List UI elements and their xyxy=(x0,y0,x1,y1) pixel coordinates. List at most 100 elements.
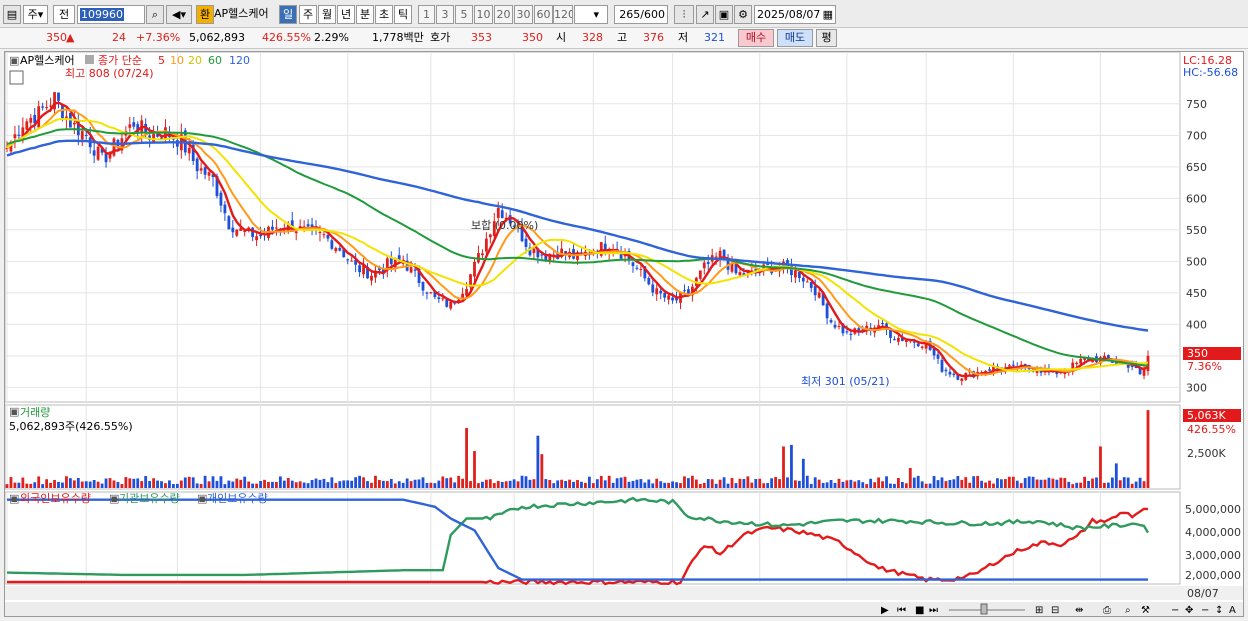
tab-week[interactable]: 주 xyxy=(299,5,317,24)
chart-area[interactable]: 3003504004505005506006507007502024/07080… xyxy=(4,51,1244,617)
count-display[interactable]: 265/600 xyxy=(614,5,668,24)
low-label: 저 xyxy=(678,31,689,44)
volume-bar xyxy=(809,483,813,488)
tab-tick[interactable]: 틱 xyxy=(394,5,412,24)
buy-button[interactable]: 매수 xyxy=(738,29,774,47)
zoom-in-icon[interactable]: − xyxy=(1201,605,1209,616)
interval-3[interactable]: 3 xyxy=(436,5,454,24)
volume-bar xyxy=(1023,478,1027,488)
interval-30[interactable]: 30 xyxy=(514,5,533,24)
volume-bar xyxy=(643,482,647,488)
tools-icon[interactable]: ⚒ xyxy=(1141,605,1150,616)
save-icon[interactable]: ▣ xyxy=(715,5,733,24)
panel-toggle-icon[interactable] xyxy=(9,70,24,85)
interval-120[interactable]: 120 xyxy=(553,5,573,24)
zoom-out-icon[interactable]: − xyxy=(1171,605,1179,616)
speaker-icon[interactable]: ◀▾ xyxy=(166,5,192,24)
volume-bar xyxy=(488,479,492,488)
volume-bar xyxy=(322,478,326,488)
volume-bar xyxy=(183,477,187,488)
zoom-slider-handle[interactable] xyxy=(980,603,988,615)
candle-body xyxy=(484,238,488,252)
layout-grid-icon[interactable]: ⊞ xyxy=(1035,605,1043,616)
volume-bar xyxy=(584,482,587,488)
interval-5[interactable]: 5 xyxy=(455,5,473,24)
volume-bar xyxy=(1011,476,1015,488)
text-tool-icon[interactable]: A xyxy=(1229,605,1236,616)
candle-body xyxy=(318,231,322,233)
zoom-icon[interactable]: ⌕ xyxy=(1125,605,1131,616)
rewind-icon[interactable]: ⏮ xyxy=(897,605,906,616)
candle-body xyxy=(231,227,235,233)
interval-60[interactable]: 60 xyxy=(534,5,553,24)
legend-sep-1: ▣ xyxy=(109,492,119,505)
volume-bar xyxy=(548,479,552,488)
volume-bar xyxy=(164,483,167,488)
candle-body xyxy=(766,264,770,266)
candle-body xyxy=(635,267,639,269)
candle-body xyxy=(857,328,861,331)
interval-select[interactable]: ▾ xyxy=(574,5,608,24)
candle-body xyxy=(1079,358,1083,364)
interval-20[interactable]: 20 xyxy=(494,5,513,24)
volume-bar xyxy=(100,483,104,488)
volume-bar xyxy=(358,475,362,488)
tab-day[interactable]: 일 xyxy=(279,5,297,24)
search-icon[interactable]: ⌕ xyxy=(146,5,164,24)
sell-button[interactable]: 매도 xyxy=(777,29,813,47)
candle-body xyxy=(829,320,833,323)
ruler-icon[interactable]: ⇹ xyxy=(1075,605,1083,616)
candle-body xyxy=(441,298,445,300)
stock-code-input[interactable]: 109960 xyxy=(77,5,145,24)
settings-icon[interactable]: ⚙ xyxy=(734,5,752,24)
layout-icon[interactable]: ▤ xyxy=(3,5,21,24)
volume-bar xyxy=(259,480,262,488)
interval-10[interactable]: 10 xyxy=(474,5,493,24)
calendar-icon[interactable]: ▦ xyxy=(823,6,833,23)
volume-bar xyxy=(718,479,722,488)
candle-body xyxy=(61,104,64,119)
compare-icon[interactable]: ↗ xyxy=(696,5,714,24)
volume-bar xyxy=(68,478,72,488)
candle-body xyxy=(306,224,310,227)
volume-value: 5,062,893주(426.55%) xyxy=(9,420,133,433)
exchange-button[interactable]: 환 xyxy=(196,5,214,24)
volume-bar xyxy=(433,483,437,488)
legend-foreign: 외국인보유수량 xyxy=(20,492,91,505)
volume-bar xyxy=(112,480,116,488)
move-icon[interactable]: ✥ xyxy=(1185,605,1193,616)
tab-minute[interactable]: 분 xyxy=(356,5,374,24)
forward-icon[interactable]: ⏭ xyxy=(929,605,938,616)
tab-month[interactable]: 월 xyxy=(318,5,336,24)
stop-icon[interactable]: ■ xyxy=(915,605,924,616)
legend-sep-2: ▣ xyxy=(197,492,207,505)
volume-bar xyxy=(639,479,643,488)
candle-body xyxy=(889,330,892,338)
volume-bar xyxy=(599,476,603,488)
box-icon: ▣ xyxy=(9,54,19,67)
volume-bar xyxy=(195,483,199,488)
date-input[interactable]: 2025/08/07 ▦ xyxy=(754,5,836,24)
open-price: 328 xyxy=(582,31,603,44)
scroll-right-icon[interactable]: ▶ xyxy=(881,605,889,616)
print-icon[interactable]: ⎙ xyxy=(1103,605,1111,616)
volume-bar xyxy=(992,483,995,488)
tab-year[interactable]: 년 xyxy=(337,5,355,24)
prev-button[interactable]: 전 xyxy=(53,5,75,24)
volume-bar xyxy=(370,482,373,488)
volume-bar xyxy=(175,483,179,488)
candle-body xyxy=(199,168,203,171)
interval-1[interactable]: 1 xyxy=(418,5,435,24)
tile-icon[interactable]: ⊟ xyxy=(1051,605,1059,616)
period-select[interactable]: 주▾ xyxy=(23,5,48,24)
volume-bar xyxy=(944,481,948,488)
candle-body xyxy=(255,236,258,241)
candle-body xyxy=(132,122,136,127)
candle-body xyxy=(29,117,33,123)
chart-type-icon[interactable]: ⫶ xyxy=(674,5,694,24)
tab-second[interactable]: 초 xyxy=(375,5,393,24)
stock-chart-svg[interactable]: 3003504004505005506006507007502024/07080… xyxy=(4,51,1243,616)
pan-icon[interactable]: ↕ xyxy=(1215,605,1223,616)
volume-bar xyxy=(734,483,738,488)
eval-button[interactable]: 평 xyxy=(816,29,837,47)
